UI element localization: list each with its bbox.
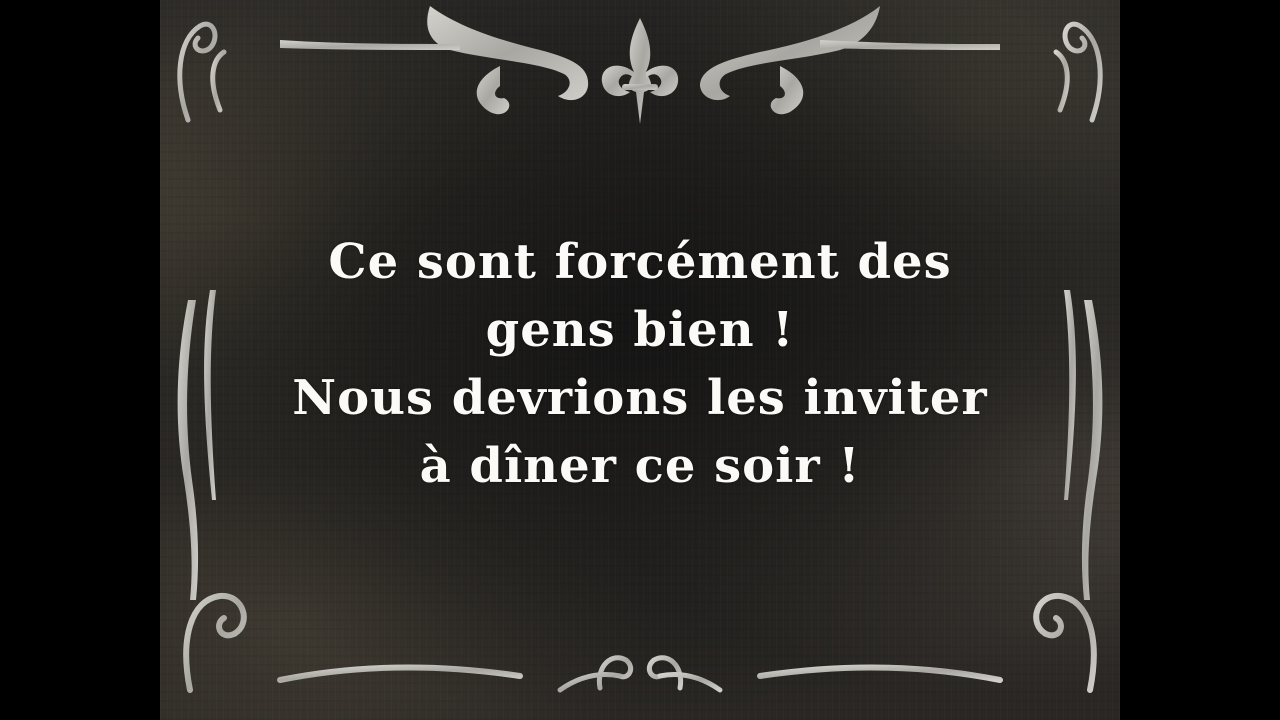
top-left-scroll-ornament [280, 6, 589, 115]
right-side-vine-ornament [1064, 290, 1103, 600]
intertitle-card: Ce sont forcément des gens bien ! Nous d… [160, 0, 1120, 720]
intertitle-line: à dîner ce soir ! [419, 438, 861, 494]
intertitle-line: Nous devrions les inviter [292, 370, 988, 426]
fleur-de-lis-icon [601, 18, 679, 124]
top-right-scroll-ornament [700, 6, 1000, 115]
intertitle-line: Ce sont forcément des [328, 234, 952, 290]
left-side-vine-ornament [177, 290, 216, 600]
bottom-right-scroll-ornament [757, 592, 1097, 693]
bottom-left-scroll-ornament [183, 592, 523, 693]
intertitle-line: gens bien ! [485, 302, 795, 358]
intertitle-text: Ce sont forcément des gens bien ! Nous d… [240, 228, 1040, 500]
